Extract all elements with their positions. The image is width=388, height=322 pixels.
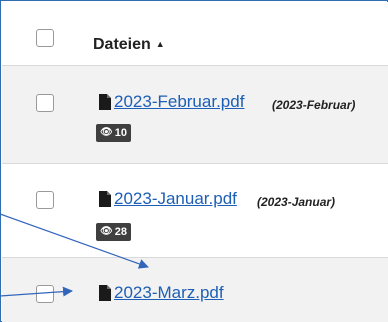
view-count: 10 <box>114 127 127 139</box>
row-checkbox[interactable] <box>36 94 54 112</box>
column-header-label: Dateien <box>93 36 151 53</box>
table-row: 2023-Marz.pdf <box>2 258 388 322</box>
file-link[interactable]: 2023-Januar.pdf <box>114 189 237 209</box>
view-count-badge: 👁 10 <box>96 124 131 142</box>
table-header-row: Dateien ▲ <box>2 2 388 66</box>
view-count: 28 <box>114 226 127 238</box>
file-icon <box>99 191 111 207</box>
file-note: (2023-Februar) <box>272 98 356 112</box>
select-all-checkbox[interactable] <box>36 29 54 47</box>
eye-icon: 👁 <box>100 226 113 237</box>
eye-icon: 👁 <box>100 127 113 138</box>
file-note: (2023-Januar) <box>257 195 336 209</box>
file-link[interactable]: 2023-Marz.pdf <box>114 283 224 303</box>
row-checkbox[interactable] <box>36 285 54 303</box>
file-icon <box>99 94 111 110</box>
table-row: 2023-Januar.pdf (2023-Januar) 👁 28 <box>2 164 388 258</box>
column-header-dateien[interactable]: Dateien ▲ <box>93 36 165 54</box>
table-row: 2023-Februar.pdf (2023-Februar) 👁 10 <box>2 66 388 164</box>
file-table: Dateien ▲ 2023-Februar.pdf (2023-Februar)… <box>0 0 388 322</box>
file-link[interactable]: 2023-Februar.pdf <box>114 92 244 112</box>
row-checkbox[interactable] <box>36 191 54 209</box>
caret-up-icon: ▲ <box>155 39 165 49</box>
view-count-badge: 👁 28 <box>96 223 131 241</box>
file-icon <box>99 285 111 301</box>
